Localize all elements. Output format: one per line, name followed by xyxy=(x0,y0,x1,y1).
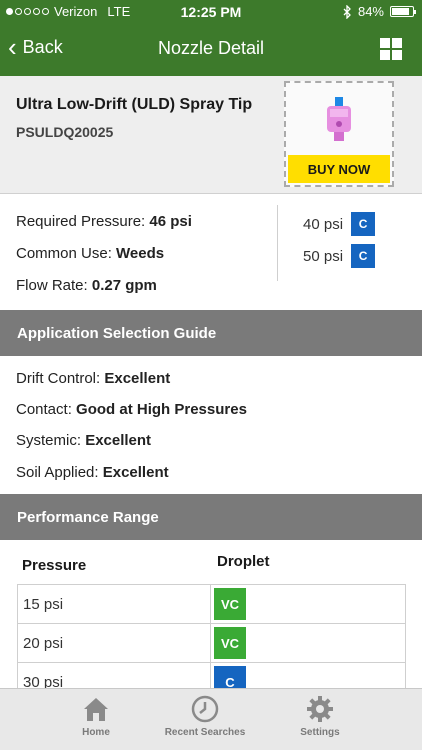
tab-label: Home xyxy=(82,727,110,738)
common-use-value: Weeds xyxy=(116,245,165,262)
guide-label: Soil Applied: xyxy=(16,464,99,481)
product-image-box[interactable]: BUY NOW xyxy=(284,81,394,187)
guide-row-drift: Drift Control: Excellent xyxy=(16,370,170,387)
required-pressure-value: 46 psi xyxy=(149,213,192,230)
battery-percent: 84% xyxy=(357,4,384,19)
droplet-column-header: Droplet xyxy=(217,553,270,570)
gear-icon xyxy=(307,696,333,722)
app-header: Verizon LTE 12:25 PM 84% ‹ Back Nozzle D… xyxy=(0,0,422,76)
guide-row-systemic: Systemic: Excellent xyxy=(16,432,151,449)
product-code: PSULDQ20025 xyxy=(16,124,114,140)
pressure-cell: 20 psi xyxy=(23,635,64,652)
home-icon xyxy=(84,698,108,721)
pressure-class-psi: 40 psi xyxy=(303,215,344,233)
grid-icon[interactable] xyxy=(380,38,402,60)
required-pressure-label: Required Pressure: xyxy=(16,213,146,230)
pressure-class-row: 50 psi C xyxy=(303,244,376,268)
page-title: Nozzle Detail xyxy=(157,38,265,58)
back-label: Back xyxy=(22,36,63,57)
tab-label: Recent Searches xyxy=(164,727,246,738)
spray-tip-image xyxy=(327,97,351,141)
droplet-badge: VC xyxy=(214,627,246,659)
guide-section-header: Application Selection Guide xyxy=(0,310,422,356)
nozzle-details: Required Pressure: 46 psi Common Use: We… xyxy=(0,195,422,310)
bluetooth-icon xyxy=(343,4,351,19)
guide-label: Systemic: xyxy=(16,432,82,449)
droplet-class-badge: C xyxy=(351,212,376,236)
status-bar: Verizon LTE 12:25 PM 84% xyxy=(0,0,422,24)
performance-table: 15 psi VC 20 psi VC 30 psi C xyxy=(17,584,406,702)
table-row: 15 psi VC xyxy=(17,585,406,624)
required-pressure-row: Required Pressure: 46 psi xyxy=(16,213,192,230)
pressure-cell: 15 psi xyxy=(23,596,64,613)
pressure-column-header: Pressure xyxy=(22,557,87,574)
product-name: Ultra Low-Drift (ULD) Spray Tip xyxy=(16,96,253,113)
guide-row-contact: Contact: Good at High Pressures xyxy=(16,401,247,418)
table-row: 20 psi VC xyxy=(17,624,406,663)
tab-recent-searches[interactable]: Recent Searches xyxy=(150,695,260,738)
guide-value: Good at High Pressures xyxy=(76,401,247,418)
pressure-class-psi: 50 psi xyxy=(303,247,344,265)
buy-now-button[interactable]: BUY NOW xyxy=(288,155,390,183)
battery-icon xyxy=(390,6,416,17)
flow-rate-value: 0.27 gpm xyxy=(91,277,157,294)
guide-label: Drift Control: xyxy=(16,370,101,387)
flow-rate-label: Flow Rate: xyxy=(16,277,88,294)
guide-value: Excellent xyxy=(104,370,171,387)
guide-value: Excellent xyxy=(102,464,169,481)
guide-row-soil: Soil Applied: Excellent xyxy=(16,464,169,481)
tab-bar: Home Recent Searches Settings xyxy=(0,688,422,750)
tab-settings[interactable]: Settings xyxy=(265,695,375,738)
chevron-left-icon: ‹ xyxy=(8,32,17,62)
pressure-class-row: 40 psi C xyxy=(303,212,376,236)
droplet-class-badge: C xyxy=(351,244,376,268)
performance-section-header: Performance Range xyxy=(0,494,422,540)
back-button[interactable]: ‹ Back xyxy=(8,34,63,60)
guide-value: Excellent xyxy=(85,432,152,449)
details-divider xyxy=(277,205,278,281)
guide-label: Contact: xyxy=(16,401,72,418)
tab-home[interactable]: Home xyxy=(41,695,151,738)
common-use-label: Common Use: xyxy=(16,245,112,262)
clock-icon xyxy=(191,695,219,723)
nav-bar: ‹ Back Nozzle Detail xyxy=(0,28,422,68)
status-right: 84% xyxy=(343,4,416,19)
tab-label: Settings xyxy=(300,727,340,738)
product-card: Ultra Low-Drift (ULD) Spray Tip PSULDQ20… xyxy=(0,76,422,194)
common-use-row: Common Use: Weeds xyxy=(16,245,164,262)
droplet-badge: VC xyxy=(214,588,246,620)
flow-rate-row: Flow Rate: 0.27 gpm xyxy=(16,277,157,294)
